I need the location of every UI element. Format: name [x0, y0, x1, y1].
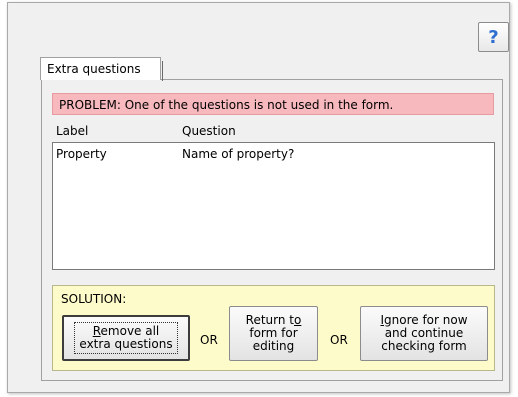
return-to-form-button[interactable]: Return to form for editing: [229, 306, 318, 361]
help-button[interactable]: ?: [478, 22, 509, 52]
or-label: OR: [330, 333, 348, 347]
questions-list[interactable]: Property Name of property?: [52, 142, 495, 270]
problem-text: PROBLEM: One of the questions is not use…: [59, 98, 394, 112]
row-label: Property: [56, 147, 107, 161]
question-mark-icon: ?: [488, 26, 499, 48]
remove-all-extra-questions-button[interactable]: Remove all extra questions: [62, 315, 190, 361]
tab-label: Extra questions: [47, 62, 141, 76]
ignore-for-now-button[interactable]: Ignore for now and continue checking for…: [360, 306, 488, 361]
column-header-label: Label: [56, 124, 89, 138]
problem-banner: PROBLEM: One of the questions is not use…: [52, 93, 494, 115]
dialog-window: ? Extra questions PROBLEM: One of the qu…: [7, 2, 510, 393]
tab-extra-questions[interactable]: Extra questions: [40, 57, 163, 81]
solution-title: SOLUTION:: [61, 292, 127, 306]
or-label: OR: [200, 333, 218, 347]
column-header-question: Question: [182, 124, 236, 138]
row-question: Name of property?: [182, 147, 295, 161]
tab-panel: PROBLEM: One of the questions is not use…: [41, 79, 503, 381]
solution-box: SOLUTION: Remove all extra questions OR …: [52, 285, 495, 371]
list-item[interactable]: Property Name of property?: [53, 147, 494, 163]
